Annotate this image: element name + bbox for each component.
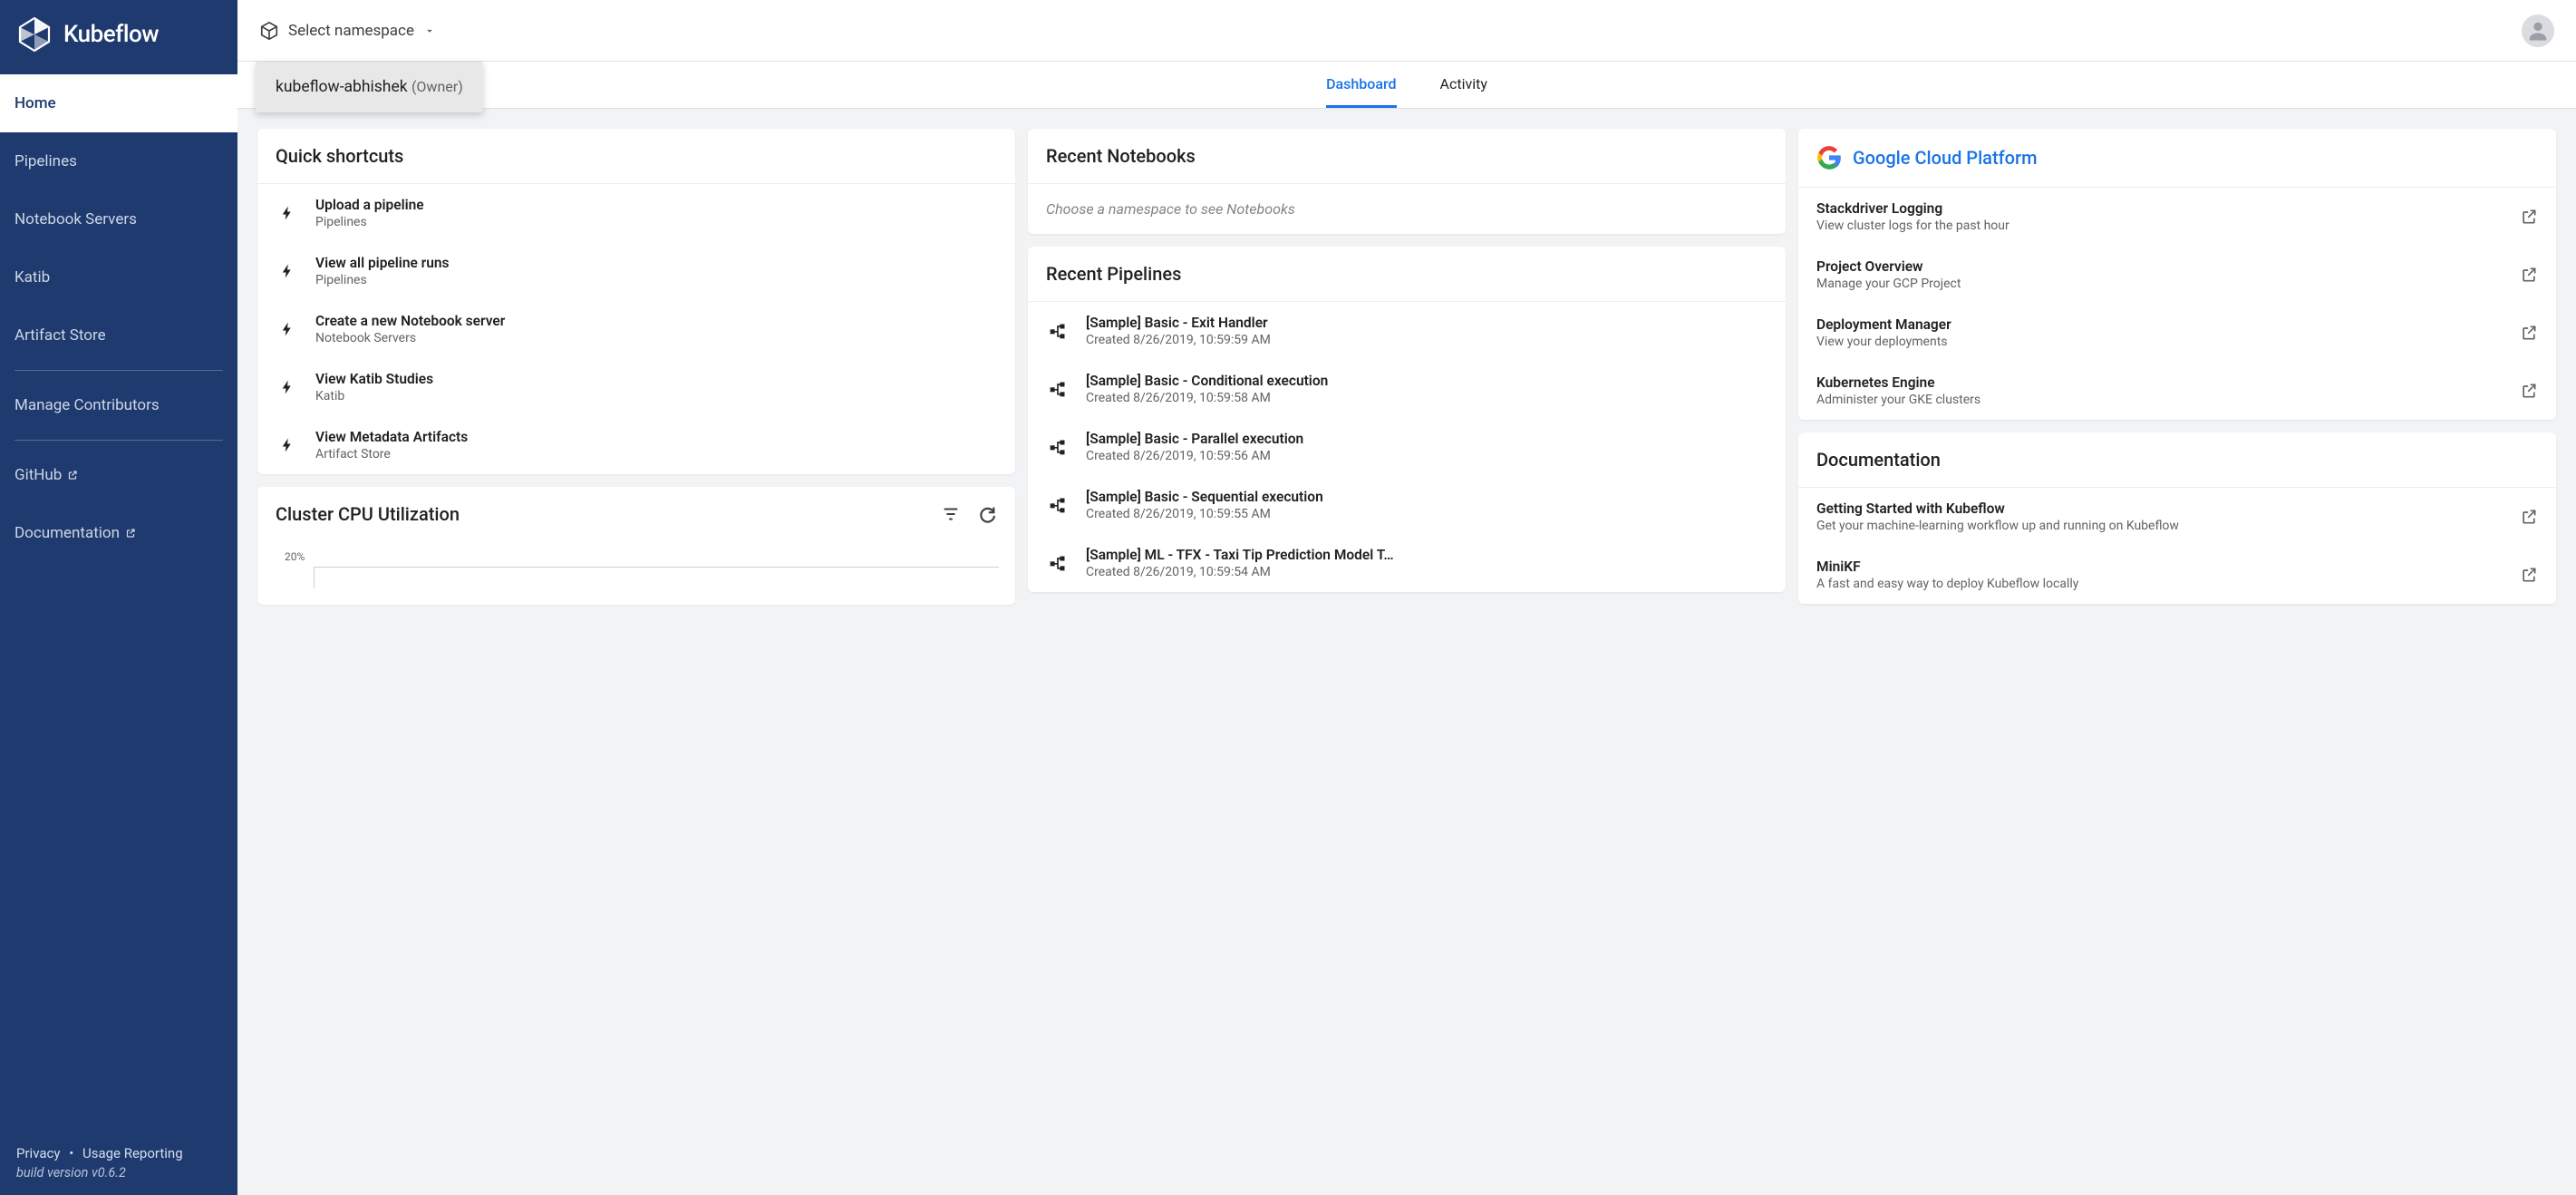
cpu-card-title: Cluster CPU Utilization [276, 503, 460, 525]
shortcut-new-notebook[interactable]: Create a new Notebook serverNotebook Ser… [257, 300, 1015, 358]
open-in-new-icon [2520, 508, 2538, 526]
gcp-card: Google Cloud Platform Stackdriver Loggin… [1798, 129, 2556, 420]
build-version: build version v0.6.2 [16, 1165, 221, 1180]
kubeflow-icon [16, 16, 53, 53]
gcp-project-overview[interactable]: Project OverviewManage your GCP Project [1798, 246, 2556, 304]
gcp-list: Stackdriver LoggingView cluster logs for… [1798, 188, 2556, 420]
nav-divider [15, 440, 223, 441]
nav: Home Pipelines Notebook Servers Katib Ar… [0, 74, 237, 1132]
quick-shortcuts-title: Quick shortcuts [257, 129, 1015, 184]
gcp-title: Google Cloud Platform [1853, 147, 2038, 169]
recent-notebooks-card: Recent Notebooks Choose a namespace to s… [1028, 129, 1786, 234]
documentation-title: Documentation [1798, 432, 2556, 488]
recent-notebooks-empty: Choose a namespace to see Notebooks [1028, 184, 1786, 234]
dashboard-content: Quick shortcuts Upload a pipelinePipelin… [237, 109, 2576, 1195]
namespace-dropdown-role: (Owner) [412, 78, 463, 95]
recent-pipelines-card: Recent Pipelines [Sample] Basic - Exit H… [1028, 247, 1786, 592]
bolt-icon [279, 204, 295, 222]
documentation-list: Getting Started with KubeflowGet your ma… [1798, 488, 2556, 604]
gcp-icon [1816, 145, 1842, 170]
nav-artifact-store[interactable]: Artifact Store [0, 306, 237, 364]
cpu-tick-20: 20% [274, 547, 999, 567]
bolt-icon [279, 320, 295, 338]
namespace-selector[interactable]: Select namespace [259, 21, 436, 41]
tab-activity[interactable]: Activity [1440, 62, 1487, 108]
nav-divider [15, 370, 223, 371]
quick-shortcuts-card: Quick shortcuts Upload a pipelinePipelin… [257, 129, 1015, 474]
doc-minikf[interactable]: MiniKFA fast and easy way to deploy Kube… [1798, 546, 2556, 604]
privacy-link[interactable]: Privacy [16, 1145, 60, 1161]
nav-documentation[interactable]: Documentation [0, 504, 237, 562]
topbar: Select namespace [237, 0, 2576, 62]
open-in-new-icon [2520, 566, 2538, 584]
box-icon [259, 21, 279, 41]
recent-pipelines-title: Recent Pipelines [1028, 247, 1786, 302]
nav-katib[interactable]: Katib [0, 248, 237, 306]
cpu-chart: 20% [257, 541, 1015, 605]
external-link-icon [125, 528, 136, 539]
open-in-new-icon [2520, 382, 2538, 400]
shortcut-upload-pipeline[interactable]: Upload a pipelinePipelines [257, 184, 1015, 242]
namespace-label: Select namespace [288, 22, 414, 40]
shortcut-metadata-artifacts[interactable]: View Metadata ArtifactsArtifact Store [257, 416, 1015, 474]
nav-manage-contributors[interactable]: Manage Contributors [0, 376, 237, 434]
bolt-icon [279, 436, 295, 454]
shortcut-view-runs[interactable]: View all pipeline runsPipelines [257, 242, 1015, 300]
tabbar: Dashboard Activity [237, 62, 2576, 109]
pipeline-icon [1049, 496, 1067, 514]
sidebar: Kubeflow Home Pipelines Notebook Servers… [0, 0, 237, 1195]
pipeline-item[interactable]: [Sample] Basic - Conditional executionCr… [1028, 360, 1786, 418]
usage-reporting-link[interactable]: Usage Reporting [82, 1145, 183, 1161]
pipeline-icon [1049, 438, 1067, 456]
brand-logo[interactable]: Kubeflow [0, 0, 237, 74]
filter-icon[interactable] [941, 504, 961, 524]
open-in-new-icon [2520, 208, 2538, 226]
pipeline-icon [1049, 322, 1067, 340]
nav-pipelines[interactable]: Pipelines [0, 132, 237, 190]
gcp-deployment-manager[interactable]: Deployment ManagerView your deployments [1798, 304, 2556, 362]
open-in-new-icon [2520, 266, 2538, 284]
brand-text: Kubeflow [63, 21, 159, 48]
avatar[interactable] [2522, 15, 2554, 47]
external-link-icon [67, 470, 78, 481]
nav-notebook-servers[interactable]: Notebook Servers [0, 190, 237, 248]
recent-notebooks-title: Recent Notebooks [1028, 129, 1786, 184]
pipeline-item[interactable]: [Sample] ML - TFX - Taxi Tip Prediction … [1028, 534, 1786, 592]
chevron-down-icon [423, 24, 436, 37]
shortcut-katib-studies[interactable]: View Katib StudiesKatib [257, 358, 1015, 416]
bolt-icon [279, 378, 295, 396]
main: Select namespace kubeflow-abhishek (Owne… [237, 0, 2576, 1195]
gcp-card-header: Google Cloud Platform [1798, 129, 2556, 188]
recent-pipelines-list: [Sample] Basic - Exit HandlerCreated 8/2… [1028, 302, 1786, 592]
documentation-card: Documentation Getting Started with Kubef… [1798, 432, 2556, 604]
open-in-new-icon [2520, 324, 2538, 342]
nav-home[interactable]: Home [0, 74, 237, 132]
gcp-kubernetes-engine[interactable]: Kubernetes EngineAdminister your GKE clu… [1798, 362, 2556, 420]
sidebar-footer: Privacy • Usage Reporting build version … [0, 1132, 237, 1195]
gcp-stackdriver[interactable]: Stackdriver LoggingView cluster logs for… [1798, 188, 2556, 246]
pipeline-item[interactable]: [Sample] Basic - Parallel executionCreat… [1028, 418, 1786, 476]
nav-github[interactable]: GitHub [0, 446, 237, 504]
cpu-card: Cluster CPU Utilization 20% [257, 487, 1015, 605]
person-icon [2525, 18, 2551, 44]
namespace-dropdown[interactable]: kubeflow-abhishek (Owner) [256, 62, 483, 112]
pipeline-item[interactable]: [Sample] Basic - Exit HandlerCreated 8/2… [1028, 302, 1786, 360]
tab-dashboard[interactable]: Dashboard [1326, 62, 1396, 108]
pipeline-icon [1049, 380, 1067, 398]
bolt-icon [279, 262, 295, 280]
namespace-dropdown-name: kubeflow-abhishek [276, 78, 408, 96]
refresh-icon[interactable] [977, 504, 997, 524]
quick-shortcuts-list: Upload a pipelinePipelines View all pipe… [257, 184, 1015, 474]
pipeline-item[interactable]: [Sample] Basic - Sequential executionCre… [1028, 476, 1786, 534]
pipeline-icon [1049, 554, 1067, 572]
doc-getting-started[interactable]: Getting Started with KubeflowGet your ma… [1798, 488, 2556, 546]
